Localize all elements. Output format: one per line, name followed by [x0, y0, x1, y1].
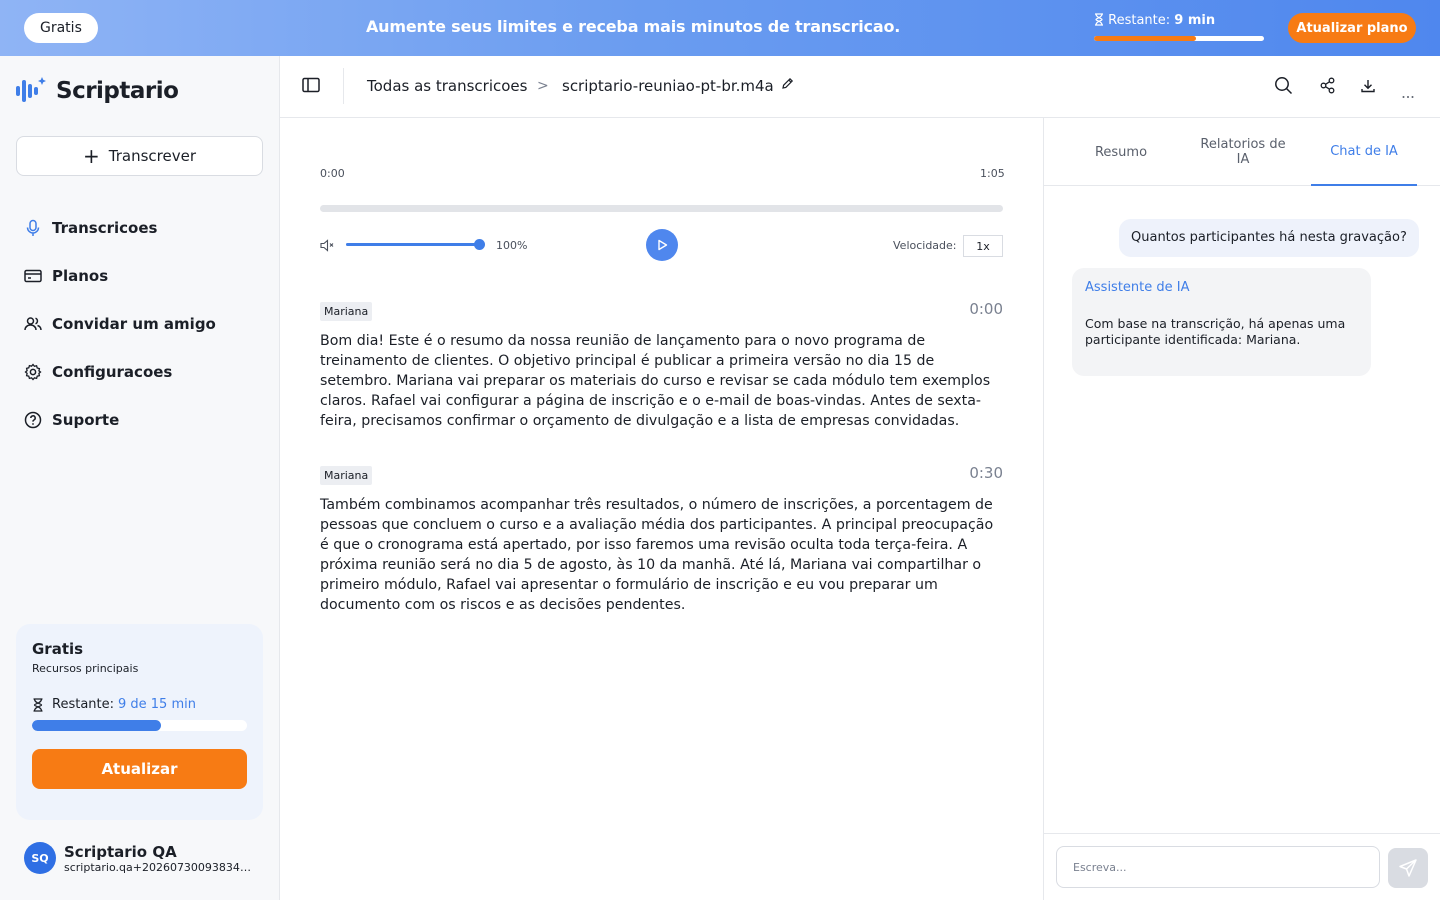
volume-slider[interactable] — [346, 243, 480, 246]
avatar: SQ — [24, 842, 56, 874]
hourglass-icon — [1095, 13, 1103, 26]
banner-remaining-value: 9 min — [1174, 13, 1216, 28]
assistant-name: Assistente de IA — [1085, 280, 1190, 295]
sidebar-item-label: Convidar um amigo — [52, 315, 216, 333]
current-time: 0:00 — [320, 167, 345, 180]
sidebar-item-convidar[interactable]: Convidar um amigo — [24, 300, 216, 348]
play-button[interactable] — [646, 229, 678, 261]
duration: 1:05 — [980, 167, 1005, 180]
ai-panel: Resumo Relatorios de IA Chat de IA Quant… — [1043, 118, 1440, 900]
plus-icon: + — [83, 144, 100, 168]
volume-icon — [320, 239, 334, 252]
microphone-icon — [26, 219, 40, 236]
segment-timestamp[interactable]: 0:00 — [969, 300, 1003, 318]
send-icon — [1399, 859, 1417, 877]
logo[interactable]: Scriptario — [16, 76, 179, 106]
users-icon — [24, 317, 42, 331]
transcribe-button[interactable]: + Transcrever — [16, 136, 263, 176]
plan-remaining-bar — [32, 720, 247, 731]
upgrade-plan-button[interactable]: Atualizar plano — [1288, 13, 1416, 43]
speed-label: Velocidade: — [893, 239, 957, 252]
transcript-segment: Mariana 0:00 Bom dia! Este é o resumo da… — [320, 300, 1003, 431]
update-plan-button[interactable]: Atualizar — [32, 749, 247, 789]
transcript-segment: Mariana 0:30 Também combinamos acompanha… — [320, 464, 1003, 615]
upgrade-banner: Gratis Aumente seus limites e receba mai… — [0, 0, 1440, 56]
chat-input[interactable] — [1056, 846, 1380, 888]
tab-chat[interactable]: Chat de IA — [1311, 118, 1417, 186]
panel-tabs: Resumo Relatorios de IA Chat de IA — [1044, 118, 1440, 186]
sidebar-item-label: Configuracoes — [52, 363, 173, 381]
sidebar-nav: Transcricoes Planos Convidar um amigo Co… — [24, 204, 216, 444]
banner-remaining-bar — [1094, 36, 1264, 41]
sidebar-item-transcricoes[interactable]: Transcricoes — [24, 204, 216, 252]
banner-message: Aumente seus limites e receba mais minut… — [366, 17, 901, 36]
breadcrumb-all-transcriptions[interactable]: Todas as transcricoes — [367, 77, 527, 95]
user-email: scriptario.qa+20260730093834@... — [64, 860, 254, 874]
volume-percent: 100% — [496, 239, 528, 252]
sidebar: Scriptario + Transcrever Transcricoes Pl… — [0, 56, 280, 900]
user-profile[interactable]: SQ Scriptario QA scriptario.qa+202607300… — [24, 842, 254, 874]
more-horizontal-icon — [1402, 96, 1414, 98]
sidebar-item-suporte[interactable]: Suporte — [24, 396, 216, 444]
sidebar-panel-icon — [302, 77, 320, 93]
content-header: Todas as transcricoes > scriptario-reuni… — [280, 56, 1440, 118]
download-button[interactable] — [1361, 78, 1375, 97]
sidebar-toggle-button[interactable] — [302, 77, 320, 97]
sidebar-item-planos[interactable]: Planos — [24, 252, 216, 300]
share-icon — [1320, 77, 1335, 94]
segment-text: Bom dia! Este é o resumo da nossa reuniã… — [320, 333, 991, 429]
user-name: Scriptario QA — [64, 842, 177, 861]
assistant-message: Assistente de IA Com base na transcrição… — [1072, 268, 1371, 376]
breadcrumb-file-name: scriptario-reuniao-pt-br.m4a — [562, 77, 794, 95]
file-name: scriptario-reuniao-pt-br.m4a — [562, 77, 774, 95]
gear-icon — [24, 363, 42, 381]
assistant-message-text: Com base na transcrição, há apenas uma p… — [1085, 316, 1346, 347]
header-divider — [343, 68, 344, 104]
sidebar-item-label: Planos — [52, 267, 109, 285]
plan-remaining-value: 9 de 15 min — [118, 697, 196, 712]
plan-remaining-label: Restante: — [52, 697, 114, 712]
volume-button[interactable] — [320, 237, 334, 256]
more-options-button[interactable] — [1402, 84, 1414, 103]
tab-relatorios[interactable]: Relatorios de IA — [1182, 118, 1304, 186]
plan-title: Gratis — [32, 640, 84, 658]
segment-text: Também combinamos acompanhar três result… — [320, 497, 994, 613]
sidebar-item-label: Transcricoes — [52, 219, 158, 237]
play-icon — [658, 239, 668, 251]
playback-progress-bar[interactable] — [320, 205, 1003, 212]
waveform-logo-icon — [16, 77, 46, 102]
user-message: Quantos participantes há nesta gravação? — [1119, 219, 1419, 257]
share-button[interactable] — [1320, 77, 1335, 98]
chat-composer — [1044, 833, 1440, 900]
sidebar-item-label: Suporte — [52, 411, 120, 429]
segment-timestamp[interactable]: 0:30 — [969, 464, 1003, 482]
plan-remaining: Restante: 9 de 15 min — [32, 697, 247, 712]
brand-name: Scriptario — [56, 78, 179, 104]
speed-select[interactable]: 1x — [963, 235, 1003, 257]
download-icon — [1361, 80, 1375, 93]
speaker-label[interactable]: Mariana — [320, 466, 373, 485]
volume-slider-handle[interactable] — [474, 239, 485, 250]
transcribe-label: Transcrever — [108, 147, 196, 165]
hourglass-icon — [33, 697, 43, 712]
plan-subtitle: Recursos principais — [32, 662, 139, 675]
speaker-label[interactable]: Mariana — [320, 302, 373, 321]
banner-remaining-label: Restante: — [1108, 13, 1171, 28]
search-button[interactable] — [1274, 76, 1293, 99]
card-icon — [24, 269, 42, 283]
pencil-icon[interactable] — [781, 77, 794, 90]
search-icon — [1275, 77, 1293, 95]
help-icon — [24, 411, 42, 429]
breadcrumb-separator: > — [537, 78, 549, 94]
plan-card: Gratis Recursos principais Restante: 9 d… — [16, 624, 263, 820]
transcript-main: 0:00 1:05 100% Velocidade: 1x Mariana 0:… — [280, 118, 1044, 900]
send-button[interactable] — [1388, 848, 1428, 888]
plan-badge: Gratis — [24, 13, 98, 43]
tab-resumo[interactable]: Resumo — [1060, 118, 1182, 186]
sidebar-item-configuracoes[interactable]: Configuracoes — [24, 348, 216, 396]
banner-remaining: Restante: 9 min — [1094, 13, 1215, 28]
